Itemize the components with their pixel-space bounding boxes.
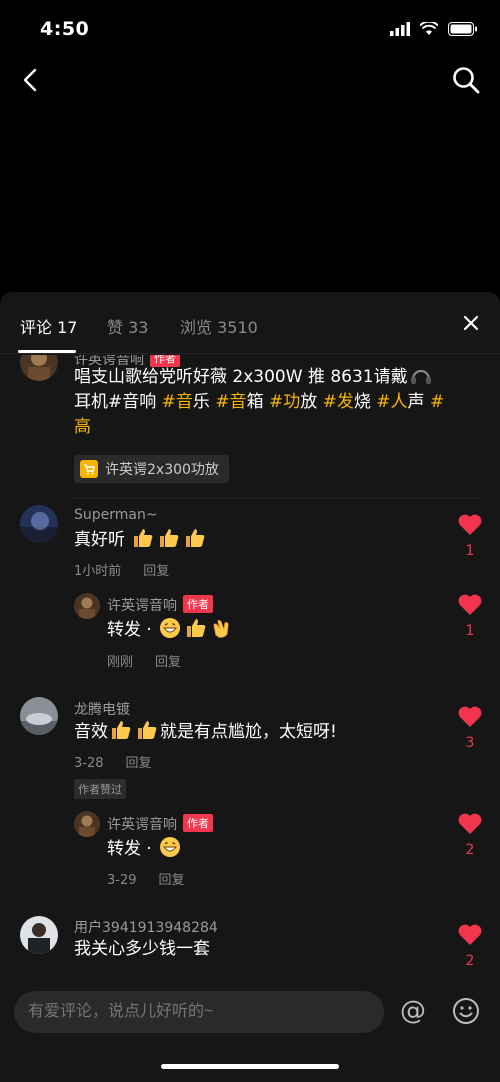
author-liked-badge: 作者赞过	[74, 779, 126, 799]
headphones-icon	[410, 369, 431, 384]
thumbs-up-icon	[134, 529, 153, 547]
thumbs-up-icon	[186, 529, 205, 547]
hashtag[interactable]: #发	[323, 392, 354, 412]
reply-button[interactable]: 回复	[155, 655, 181, 670]
chevron-left-icon	[23, 68, 37, 92]
like-count: 2	[465, 953, 475, 969]
grin-emoji-icon	[160, 618, 181, 638]
comment-tabs: 评论 17 赞 33 浏览 3510	[0, 292, 500, 354]
like-count: 1	[465, 543, 475, 559]
hashtag[interactable]: #人	[376, 392, 407, 412]
heart-icon	[458, 594, 482, 615]
commenter-name[interactable]: 龙腾电镀	[74, 699, 130, 719]
hashtag[interactable]: #	[430, 392, 444, 412]
reply-button[interactable]: 回复	[143, 564, 169, 579]
like-button[interactable]: 1	[456, 593, 484, 639]
product-label: 许英谔2x300功放	[105, 462, 219, 478]
comment-time: 3-29	[107, 873, 137, 888]
comment-text: 我关心多少钱一套	[74, 939, 210, 959]
avatar[interactable]	[74, 593, 100, 619]
emoji-picker-icon[interactable]	[452, 997, 480, 1025]
like-button[interactable]: 2	[456, 923, 484, 969]
product-link[interactable]: 许英谔2x300功放	[74, 455, 229, 483]
comment-input[interactable]	[14, 991, 384, 1033]
comment-sheet: 评论 17 赞 33 浏览 3510 许英谔音响 作者 唱支山歌给党听好薇 2x3…	[0, 292, 500, 1082]
avatar[interactable]	[20, 697, 58, 735]
comment-time: 1小时前	[74, 564, 122, 579]
heart-icon	[458, 813, 482, 834]
comment-text: 真好听	[74, 527, 208, 553]
thumbs-up-icon	[187, 619, 206, 637]
comment-text: 转发 ·	[107, 617, 235, 643]
commenter-name[interactable]: 许英谔音响	[107, 817, 177, 833]
like-button[interactable]: 2	[456, 812, 484, 858]
heart-icon	[458, 706, 482, 727]
hashtag[interactable]: #音	[215, 392, 246, 412]
commenter-name[interactable]: 许英谔音响	[107, 598, 177, 614]
mention-button[interactable]: @	[398, 997, 428, 1027]
home-indicator	[161, 1064, 339, 1069]
status-time: 4:50	[40, 18, 90, 40]
avatar[interactable]	[20, 916, 58, 954]
like-count: 2	[465, 842, 475, 858]
tab-views[interactable]: 浏览 3510	[180, 314, 258, 338]
comment-input-bar: @	[0, 989, 500, 1082]
like-button[interactable]: 3	[456, 705, 484, 751]
clap-icon	[213, 620, 229, 638]
avatar[interactable]	[20, 355, 58, 381]
like-count: 3	[465, 735, 475, 751]
hashtag[interactable]: #音	[162, 392, 193, 412]
battery-icon	[448, 22, 477, 36]
hashtag[interactable]: #功	[269, 392, 300, 412]
status-bar: 4:50	[0, 0, 500, 60]
like-count: 1	[465, 623, 475, 639]
status-icons	[390, 22, 478, 36]
author-badge: 作者	[183, 814, 213, 832]
thumbs-up-icon	[112, 721, 131, 739]
avatar[interactable]	[74, 811, 100, 837]
signal-icon	[390, 22, 410, 36]
comment-text: 转发 ·	[107, 836, 183, 862]
cart-icon	[80, 460, 98, 478]
close-icon[interactable]	[462, 314, 480, 332]
heart-icon	[458, 514, 482, 535]
tab-comments[interactable]: 评论 17	[20, 314, 77, 338]
comment-text: 唱支山歌给党听好薇 2x300W 推 8631请戴 耳机#音响 #音乐 #音箱 …	[74, 367, 445, 437]
search-icon	[453, 67, 480, 94]
comment-time: 3-28	[74, 756, 104, 771]
tab-likes[interactable]: 赞 33	[107, 314, 148, 338]
tab-underline	[18, 350, 76, 353]
thumbs-up-icon	[138, 721, 157, 739]
avatar[interactable]	[20, 505, 58, 543]
author-badge: 作者	[183, 595, 213, 613]
comment-time: 刚刚	[107, 655, 134, 670]
back-button[interactable]	[14, 64, 46, 96]
comment-list[interactable]: 许英谔音响 作者 唱支山歌给党听好薇 2x300W 推 8631请戴 耳机#音响 …	[0, 355, 500, 985]
commenter-name[interactable]: Superman~	[74, 507, 158, 523]
commenter-name[interactable]: 用户3941913948284	[74, 917, 218, 937]
comment-text: 音效 就是有点尴尬，太短呀!	[74, 719, 337, 745]
reply-button[interactable]: 回复	[159, 873, 185, 888]
like-button[interactable]: 1	[456, 513, 484, 559]
search-button[interactable]	[450, 64, 482, 96]
wifi-icon	[420, 22, 438, 35]
thumbs-up-icon	[160, 529, 179, 547]
grin-emoji-icon	[160, 837, 181, 857]
reply-button[interactable]: 回复	[126, 756, 152, 771]
divider	[74, 498, 480, 499]
heart-icon	[458, 924, 482, 945]
